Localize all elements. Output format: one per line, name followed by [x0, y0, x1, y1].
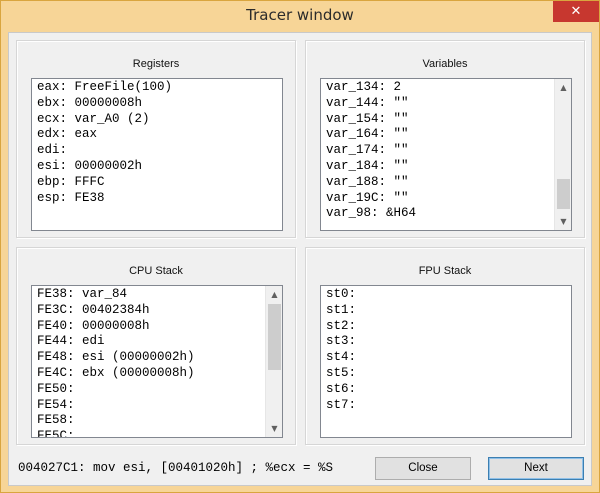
- cpu-stack-lines: FE38: var_84 FE3C: 00402384h FE40: 0000000…: [37, 287, 262, 437]
- title-bar[interactable]: Tracer window ✕: [1, 1, 599, 32]
- list-item[interactable]: ebx: 00000008h: [37, 96, 262, 112]
- tracer-window: Tracer window ✕ Registers eax: FreeFile(…: [0, 0, 600, 493]
- list-item[interactable]: var_164: "": [326, 127, 551, 143]
- list-item[interactable]: var_144: "": [326, 96, 551, 112]
- list-item[interactable]: st6:: [326, 382, 551, 398]
- list-item[interactable]: FE48: esi (00000002h): [37, 350, 262, 366]
- variables-scroll-thumb[interactable]: [557, 179, 570, 209]
- variables-lines: var_134: 2 var_144: "" var_154: "" var_164:…: [326, 80, 551, 230]
- scroll-up-icon[interactable]: ▲: [266, 286, 282, 303]
- list-item[interactable]: FE38: var_84: [37, 287, 262, 303]
- registers-group: Registers eax: FreeFile(100) ebx: 0000000…: [16, 40, 296, 238]
- list-item[interactable]: var_98: &H64: [326, 206, 551, 222]
- cpu-stack-group: CPU Stack FE38: var_84 FE3C: 00402384h FE4…: [16, 247, 296, 445]
- list-item[interactable]: FE50:: [37, 382, 262, 398]
- list-item[interactable]: st5:: [326, 366, 551, 382]
- list-item[interactable]: edx: eax: [37, 127, 262, 143]
- list-item[interactable]: FE54:: [37, 398, 262, 414]
- variables-group: Variables var_134: 2 var_144: "" var_154: …: [305, 40, 585, 238]
- registers-title: Registers: [132, 58, 180, 70]
- client-area: Registers eax: FreeFile(100) ebx: 0000000…: [8, 32, 592, 486]
- current-instruction: 004027C1: mov esi, [00401020h] ; %ecx = …: [18, 461, 334, 475]
- list-item[interactable]: var_19C: "": [326, 191, 551, 207]
- cpu-stack-scroll-thumb[interactable]: [268, 304, 281, 370]
- close-icon[interactable]: ✕: [553, 1, 599, 22]
- fpu-stack-list[interactable]: st0: st1: st2: st3: st4: st5: st6: st7:: [320, 285, 572, 438]
- list-item[interactable]: FE44: edi: [37, 334, 262, 350]
- list-item[interactable]: st2:: [326, 319, 551, 335]
- list-item[interactable]: FE5C:: [37, 429, 262, 437]
- cpu-stack-scrollbar[interactable]: ▲ ▼: [265, 286, 282, 437]
- list-item[interactable]: esi: 00000002h: [37, 159, 262, 175]
- list-item[interactable]: st0:: [326, 287, 551, 303]
- close-button[interactable]: Close: [375, 457, 471, 480]
- list-item[interactable]: esp: FE38: [37, 191, 262, 207]
- scroll-down-icon[interactable]: ▼: [266, 420, 282, 437]
- registers-list[interactable]: eax: FreeFile(100) ebx: 00000008h ecx: var…: [31, 78, 283, 231]
- scroll-down-icon[interactable]: ▼: [555, 213, 571, 230]
- list-item[interactable]: var_188: "": [326, 175, 551, 191]
- registers-lines: eax: FreeFile(100) ebx: 00000008h ecx: var…: [37, 80, 262, 230]
- list-item[interactable]: var_174: "": [326, 143, 551, 159]
- variables-title: Variables: [422, 58, 468, 70]
- list-item[interactable]: FE40: 00000008h: [37, 319, 262, 335]
- list-item[interactable]: FE4C: ebx (00000008h): [37, 366, 262, 382]
- list-item[interactable]: FE58:: [37, 413, 262, 429]
- cpu-stack-title: CPU Stack: [129, 265, 183, 277]
- list-item[interactable]: st1:: [326, 303, 551, 319]
- list-item[interactable]: st3:: [326, 334, 551, 350]
- list-item[interactable]: ecx: var_A0 (2): [37, 112, 262, 128]
- list-item[interactable]: var_184: "": [326, 159, 551, 175]
- list-item[interactable]: st4:: [326, 350, 551, 366]
- cpu-stack-list[interactable]: FE38: var_84 FE3C: 00402384h FE40: 0000000…: [31, 285, 283, 438]
- list-item[interactable]: var_154: "": [326, 112, 551, 128]
- list-item[interactable]: ebp: FFFC: [37, 175, 262, 191]
- variables-list[interactable]: var_134: 2 var_144: "" var_154: "" var_164:…: [320, 78, 572, 231]
- list-item[interactable]: FE3C: 00402384h: [37, 303, 262, 319]
- next-button[interactable]: Next: [488, 457, 584, 480]
- window-title: Tracer window: [246, 6, 354, 24]
- list-item[interactable]: var_134: 2: [326, 80, 551, 96]
- fpu-stack-group: FPU Stack st0: st1: st2: st3: st4: st5: st6: st…: [305, 247, 585, 445]
- fpu-stack-title: FPU Stack: [418, 265, 472, 277]
- scroll-up-icon[interactable]: ▲: [555, 79, 571, 96]
- list-item[interactable]: edi:: [37, 143, 262, 159]
- list-item[interactable]: st7:: [326, 398, 551, 414]
- variables-scrollbar[interactable]: ▲ ▼: [554, 79, 571, 230]
- fpu-stack-lines: st0: st1: st2: st3: st4: st5: st6: st7:: [326, 287, 551, 437]
- list-item[interactable]: eax: FreeFile(100): [37, 80, 262, 96]
